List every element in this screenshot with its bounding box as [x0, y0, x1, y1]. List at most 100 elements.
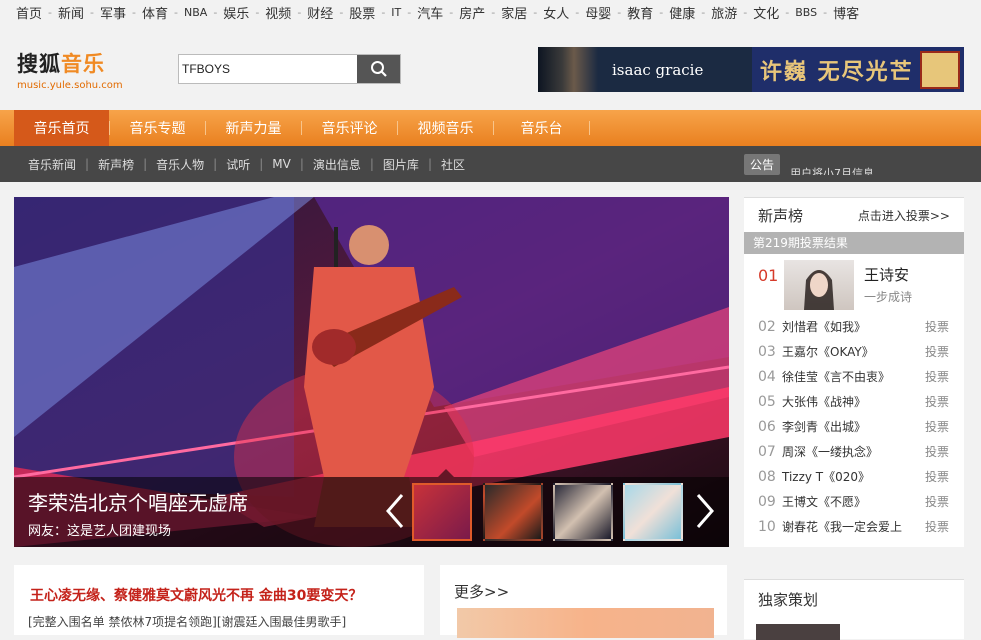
hero-thumb-2[interactable] [483, 483, 543, 541]
chart-row-rank: 10 [758, 518, 776, 535]
topnav-link[interactable]: 健康 [669, 3, 695, 22]
next-arrow-icon[interactable] [694, 493, 716, 529]
chart-row-vote-link[interactable]: 投票 [925, 443, 949, 460]
news-headline[interactable]: 王心凌无缘、蔡健雅莫文蔚风光不再 金曲30要变天？ [30, 585, 362, 605]
hero-thumb-4[interactable] [623, 483, 683, 541]
hero-thumb-3[interactable] [553, 483, 613, 541]
subnav-link[interactable]: 社区 [441, 156, 465, 173]
topnav-link[interactable]: 视频 [265, 3, 291, 22]
topnav-link[interactable]: IT [391, 6, 401, 19]
topnav-link[interactable]: 文化 [753, 3, 779, 22]
topnav-link[interactable]: 体育 [142, 3, 168, 22]
topnav-link[interactable]: 母婴 [585, 3, 611, 22]
topnav-link[interactable]: 首页 [16, 3, 42, 22]
topnav-separator: - [701, 5, 706, 19]
exclusive-title: 独家策划 [758, 591, 819, 609]
subnav-link[interactable]: 试听 [226, 156, 250, 173]
main-nav-item[interactable]: 视频音乐 [398, 110, 493, 146]
chart-row-vote-link[interactable]: 投票 [925, 368, 949, 385]
hero-thumb-1[interactable] [412, 483, 472, 541]
chart-row-rank: 05 [758, 393, 776, 410]
topnav-separator: - [381, 5, 386, 19]
topnav-separator: - [339, 5, 344, 19]
more-link[interactable]: 更多>> [454, 581, 509, 602]
main-nav-item[interactable]: 音乐专题 [110, 110, 205, 146]
topnav-separator: - [491, 5, 496, 19]
site-logo[interactable]: 搜狐音乐 music.yule.sohu.com [17, 48, 123, 91]
topnav-link[interactable]: 军事 [100, 3, 126, 22]
topnav-link[interactable]: BBS [795, 6, 817, 19]
hero-title[interactable]: 李荣浩北京个唱座无虚席 [28, 487, 248, 516]
main-nav-item[interactable]: 新声力量 [206, 110, 301, 146]
chart-row-rank: 03 [758, 343, 776, 360]
chart-row-vote-link[interactable]: 投票 [925, 393, 949, 410]
subnav-link[interactable]: 音乐人物 [156, 156, 204, 173]
chart-row-rank: 02 [758, 318, 776, 335]
main-nav: 音乐首页 音乐专题 新声力量 音乐评论 视频音乐 音乐台 [0, 110, 981, 146]
chart-row-vote-link[interactable]: 投票 [925, 418, 949, 435]
chart-row-song[interactable]: 周深《一缕执念》 [782, 443, 878, 460]
news-block: 王心凌无缘、蔡健雅莫文蔚风光不再 金曲30要变天？ [完整入围名单 禁侬林7项提… [14, 565, 424, 635]
chart-row-song[interactable]: 王嘉尔《OKAY》 [782, 343, 874, 360]
topnav-link[interactable]: 房产 [459, 3, 485, 22]
logo-brand-accent: 音乐 [61, 52, 105, 76]
news-links[interactable]: [完整入围名单 禁侬林7项提名领跑][谢震廷入围最佳男歌手] [28, 613, 346, 630]
chart-vote-link[interactable]: 点击进入投票>> [858, 207, 950, 224]
subnav-link[interactable]: 音乐新闻 [28, 156, 76, 173]
subnav-separator: | [369, 157, 374, 171]
subnav-separator: | [213, 157, 218, 171]
subnav-link[interactable]: MV [272, 157, 291, 171]
chart-title: 新声榜 [758, 206, 804, 225]
notice-text[interactable]: 用户将小7月信息 [790, 165, 874, 175]
prev-arrow-icon[interactable] [384, 493, 406, 529]
main-nav-item[interactable]: 音乐首页 [14, 110, 109, 146]
topnav-link[interactable]: 女人 [543, 3, 569, 22]
topnav-separator: - [449, 5, 454, 19]
notice-tag: 公告 [744, 154, 781, 175]
chart-period: 第219期投票结果 [744, 232, 964, 254]
chart-row-song[interactable]: 王博文《不愿》 [782, 493, 866, 510]
chart-row-vote-link[interactable]: 投票 [925, 493, 949, 510]
search-input[interactable] [179, 55, 357, 83]
subnav-link[interactable]: 新声榜 [98, 156, 134, 173]
chart-row-song[interactable]: 刘惜君《如我》 [782, 318, 866, 335]
topnav-link[interactable]: 博客 [833, 3, 859, 22]
topnav-link[interactable]: 股票 [349, 3, 375, 22]
search-icon [370, 61, 387, 77]
chart-row-vote-link[interactable]: 投票 [925, 343, 949, 360]
search-button[interactable] [357, 55, 400, 83]
main-nav-item[interactable]: 音乐台 [494, 110, 589, 146]
topnav-link[interactable]: 家居 [501, 3, 527, 22]
chart-row-song[interactable]: 李剑青《出城》 [782, 418, 866, 435]
more-block: 更多>> [440, 565, 727, 638]
ad-banner[interactable]: isaac gracie 许巍 无尽光芒 [538, 47, 964, 92]
chart-top1[interactable]: 01 王诗安 一步成诗 [744, 254, 964, 314]
chart-row-vote-link[interactable]: 投票 [925, 518, 949, 535]
logo-url: music.yule.sohu.com [17, 80, 123, 91]
more-image[interactable] [457, 608, 714, 638]
topnav-link[interactable]: 旅游 [711, 3, 737, 22]
main-nav-item[interactable]: 音乐评论 [302, 110, 397, 146]
topnav-link[interactable]: 汽车 [417, 3, 443, 22]
hero-slider[interactable]: 李荣浩北京个唱座无虚席 网友：这是艺人团建现场 [14, 197, 729, 547]
chart-row-rank: 08 [758, 468, 776, 485]
chart-row-song[interactable]: 大张伟《战神》 [782, 393, 866, 410]
topnav-link[interactable]: 新闻 [58, 3, 84, 22]
chart-row-song[interactable]: 徐佳莹《言不由衷》 [782, 368, 890, 385]
chart-row-rank: 06 [758, 418, 776, 435]
chart-row: 06 李剑青《出城》 投票 [744, 414, 964, 439]
topnav-link[interactable]: NBA [184, 6, 207, 19]
chart-row: 09 王博文《不愿》 投票 [744, 489, 964, 514]
banner-portrait [538, 47, 598, 92]
exclusive-image[interactable] [756, 624, 840, 640]
topnav-link[interactable]: 教育 [627, 3, 653, 22]
chart-row-song[interactable]: 谢春花《我一定会爱上 [782, 518, 902, 535]
topnav-link[interactable]: 财经 [307, 3, 333, 22]
subnav-link[interactable]: 演出信息 [313, 156, 361, 173]
subnav-link[interactable]: 图片库 [383, 156, 419, 173]
chart-row-vote-link[interactable]: 投票 [925, 468, 949, 485]
main-nav-divider [589, 121, 590, 135]
topnav-link[interactable]: 娱乐 [223, 3, 249, 22]
chart-row-vote-link[interactable]: 投票 [925, 318, 949, 335]
chart-row-song[interactable]: Tizzy T《020》 [782, 468, 870, 485]
